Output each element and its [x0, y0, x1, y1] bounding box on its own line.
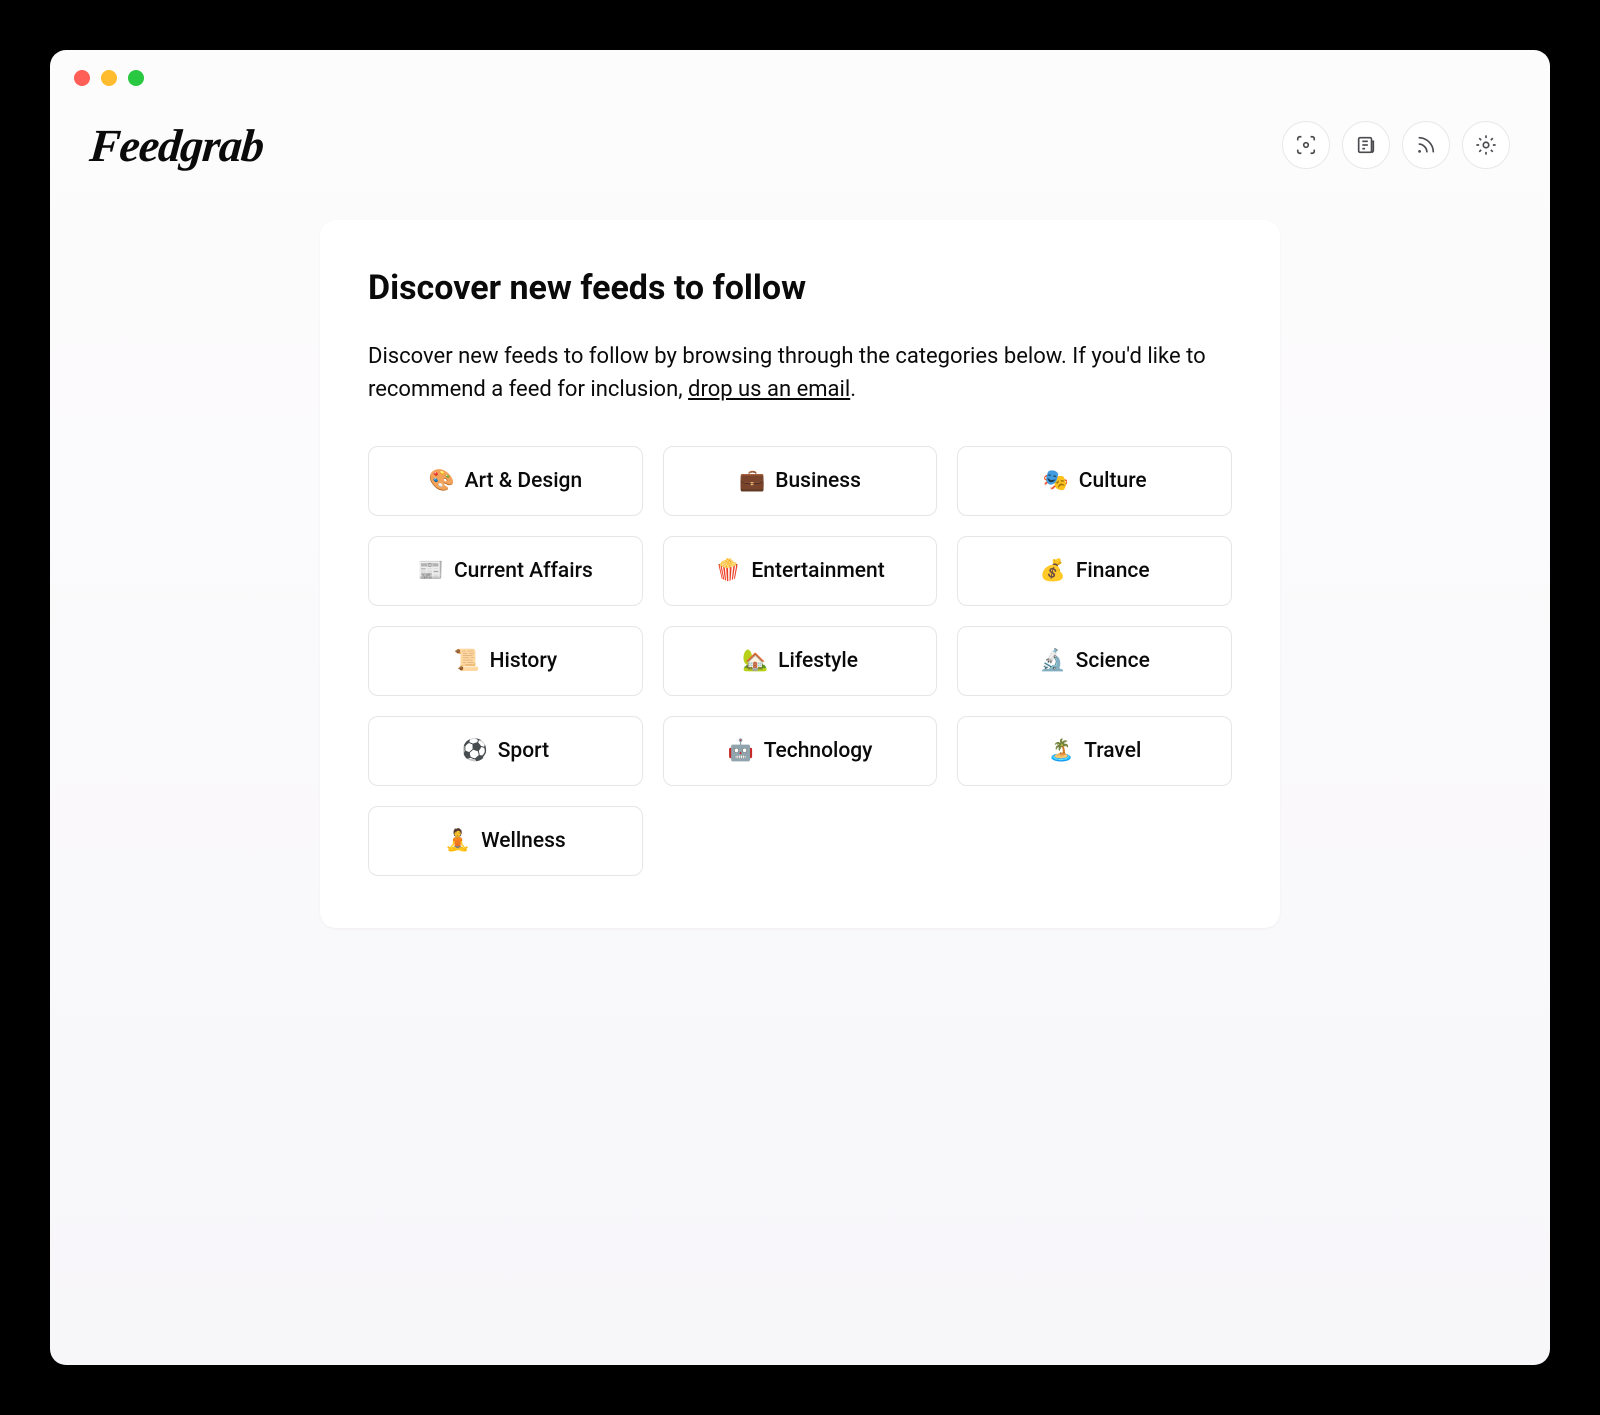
category-emoji: 🍿 [715, 559, 741, 583]
category-label: Lifestyle [778, 649, 858, 673]
category-emoji: 🔬 [1039, 649, 1065, 673]
category-current-affairs[interactable]: 📰 Current Affairs [368, 536, 643, 606]
category-emoji: 📰 [418, 559, 444, 583]
category-label: Current Affairs [454, 559, 593, 583]
category-label: Art & Design [465, 469, 582, 493]
settings-button[interactable] [1462, 121, 1510, 169]
email-link[interactable]: drop us an email [688, 377, 850, 402]
window-minimize-button[interactable] [101, 70, 117, 86]
category-emoji: 🏝️ [1048, 739, 1074, 763]
category-culture[interactable]: 🎭 Culture [957, 446, 1232, 516]
rss-button[interactable] [1402, 121, 1450, 169]
scan-button[interactable] [1282, 121, 1330, 169]
category-label: Wellness [481, 829, 566, 853]
categories-grid: 🎨 Art & Design 💼 Business 🎭 Culture 📰 Current A… [368, 446, 1232, 876]
category-label: Science [1076, 649, 1150, 673]
window-close-button[interactable] [74, 70, 90, 86]
category-label: Culture [1079, 469, 1147, 493]
category-emoji: ⚽ [462, 739, 488, 763]
app-header: Feedgrab [50, 50, 1550, 190]
card-title: Discover new feeds to follow [368, 268, 1232, 308]
category-entertainment[interactable]: 🍿 Entertainment [663, 536, 938, 606]
category-emoji: 🎨 [429, 469, 455, 493]
category-emoji: 🤖 [728, 739, 754, 763]
category-sport[interactable]: ⚽ Sport [368, 716, 643, 786]
app-logo[interactable]: Feedgrab [88, 119, 266, 172]
category-emoji: 📜 [453, 649, 479, 673]
category-label: Finance [1076, 559, 1150, 583]
category-finance[interactable]: 💰 Finance [957, 536, 1232, 606]
news-button[interactable] [1342, 121, 1390, 169]
category-emoji: 💼 [739, 469, 765, 493]
category-business[interactable]: 💼 Business [663, 446, 938, 516]
rss-icon [1415, 134, 1437, 156]
category-label: Sport [498, 739, 549, 763]
category-emoji: 🎭 [1043, 469, 1069, 493]
category-emoji: 🏡 [742, 649, 768, 673]
discover-card: Discover new feeds to follow Discover ne… [320, 220, 1280, 928]
category-emoji: 🧘 [445, 829, 471, 853]
window-maximize-button[interactable] [128, 70, 144, 86]
category-history[interactable]: 📜 History [368, 626, 643, 696]
category-label: Travel [1084, 739, 1141, 763]
news-icon [1355, 134, 1377, 156]
category-wellness[interactable]: 🧘 Wellness [368, 806, 643, 876]
category-travel[interactable]: 🏝️ Travel [957, 716, 1232, 786]
category-emoji: 💰 [1040, 559, 1066, 583]
category-label: History [490, 649, 558, 673]
category-science[interactable]: 🔬 Science [957, 626, 1232, 696]
category-art-design[interactable]: 🎨 Art & Design [368, 446, 643, 516]
desc-text-suffix: . [850, 377, 856, 402]
window-controls [74, 70, 144, 86]
header-actions [1282, 121, 1510, 169]
category-label: Business [775, 469, 861, 493]
card-description: Discover new feeds to follow by browsing… [368, 340, 1232, 406]
category-label: Entertainment [751, 559, 884, 583]
category-label: Technology [764, 739, 873, 763]
category-lifestyle[interactable]: 🏡 Lifestyle [663, 626, 938, 696]
app-window: Feedgrab [50, 50, 1550, 1365]
scan-icon [1295, 134, 1317, 156]
gear-icon [1475, 134, 1497, 156]
category-technology[interactable]: 🤖 Technology [663, 716, 938, 786]
